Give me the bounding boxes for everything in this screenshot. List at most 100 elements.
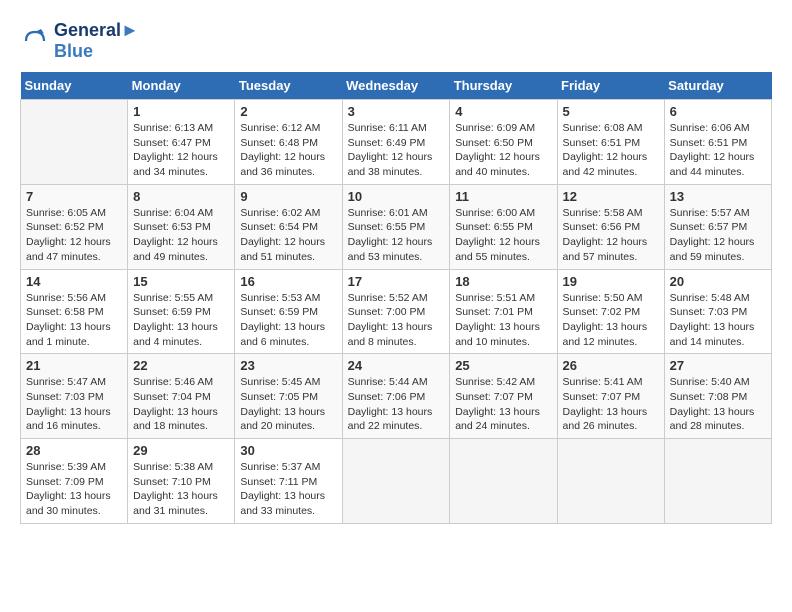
- day-detail: Sunrise: 5:41 AMSunset: 7:07 PMDaylight:…: [563, 375, 659, 434]
- day-number: 17: [348, 274, 445, 289]
- day-number: 1: [133, 104, 229, 119]
- day-detail: Sunrise: 6:06 AMSunset: 6:51 PMDaylight:…: [670, 121, 766, 180]
- day-number: 16: [240, 274, 336, 289]
- calendar-cell: 2 Sunrise: 6:12 AMSunset: 6:48 PMDaylight…: [235, 100, 342, 185]
- day-number: 5: [563, 104, 659, 119]
- calendar-cell: 7Sunrise: 6:05 AMSunset: 6:52 PMDaylight…: [21, 184, 128, 269]
- day-number: 24: [348, 358, 445, 373]
- day-number: 8: [133, 189, 229, 204]
- day-detail: Sunrise: 5:48 AMSunset: 7:03 PMDaylight:…: [670, 291, 766, 350]
- col-tuesday: Tuesday: [235, 72, 342, 100]
- day-detail: Sunrise: 5:47 AMSunset: 7:03 PMDaylight:…: [26, 375, 122, 434]
- day-detail: Sunrise: 5:58 AMSunset: 6:56 PMDaylight:…: [563, 206, 659, 265]
- day-number: 15: [133, 274, 229, 289]
- calendar-cell: 17 Sunrise: 5:52 AMSunset: 7:00 PMDayligh…: [342, 269, 450, 354]
- calendar-cell: [557, 439, 664, 524]
- day-number: 3: [348, 104, 445, 119]
- day-number: 30: [240, 443, 336, 458]
- day-detail: Sunrise: 6:01 AMSunset: 6:55 PMDaylight:…: [348, 206, 445, 265]
- calendar-cell: 30 Sunrise: 5:37 AMSunset: 7:11 PMDayligh…: [235, 439, 342, 524]
- day-detail: Sunrise: 5:46 AMSunset: 7:04 PMDaylight:…: [133, 375, 229, 434]
- calendar-cell: 19Sunrise: 5:50 AMSunset: 7:02 PMDayligh…: [557, 269, 664, 354]
- day-detail: Sunrise: 5:38 AMSunset: 7:10 PMDaylight:…: [133, 460, 229, 519]
- day-detail: Sunrise: 6:11 AMSunset: 6:49 PMDaylight:…: [348, 121, 445, 180]
- day-number: 22: [133, 358, 229, 373]
- calendar-cell: [21, 100, 128, 185]
- calendar-cell: 15Sunrise: 5:55 AMSunset: 6:59 PMDayligh…: [128, 269, 235, 354]
- day-number: 27: [670, 358, 766, 373]
- day-number: 11: [455, 189, 551, 204]
- day-number: 28: [26, 443, 122, 458]
- day-detail: Sunrise: 6:12 AMSunset: 6:48 PMDaylight:…: [240, 121, 336, 180]
- logo-text: General► Blue: [54, 20, 139, 62]
- logo-icon: [20, 26, 50, 56]
- calendar-cell: 18 Sunrise: 5:51 AMSunset: 7:01 PMDayligh…: [450, 269, 557, 354]
- day-detail: Sunrise: 5:44 AMSunset: 7:06 PMDaylight:…: [348, 375, 445, 434]
- day-detail: Sunrise: 5:57 AMSunset: 6:57 PMDaylight:…: [670, 206, 766, 265]
- calendar-cell: 13 Sunrise: 5:57 AMSunset: 6:57 PMDayligh…: [664, 184, 771, 269]
- day-detail: Sunrise: 6:02 AMSunset: 6:54 PMDaylight:…: [240, 206, 336, 265]
- calendar-week-row: 28 Sunrise: 5:39 AMSunset: 7:09 PMDayligh…: [21, 439, 772, 524]
- calendar-cell: 8 Sunrise: 6:04 AMSunset: 6:53 PMDaylight…: [128, 184, 235, 269]
- logo: General► Blue: [20, 20, 139, 62]
- day-number: 12: [563, 189, 659, 204]
- calendar-cell: 24 Sunrise: 5:44 AMSunset: 7:06 PMDayligh…: [342, 354, 450, 439]
- calendar-cell: 12 Sunrise: 5:58 AMSunset: 6:56 PMDayligh…: [557, 184, 664, 269]
- day-detail: Sunrise: 6:04 AMSunset: 6:53 PMDaylight:…: [133, 206, 229, 265]
- calendar-cell: 21 Sunrise: 5:47 AMSunset: 7:03 PMDayligh…: [21, 354, 128, 439]
- day-number: 23: [240, 358, 336, 373]
- page-header: General► Blue: [20, 20, 772, 62]
- day-detail: Sunrise: 5:39 AMSunset: 7:09 PMDaylight:…: [26, 460, 122, 519]
- calendar-header-row: Sunday Monday Tuesday Wednesday Thursday…: [21, 72, 772, 100]
- calendar-cell: 14 Sunrise: 5:56 AMSunset: 6:58 PMDayligh…: [21, 269, 128, 354]
- calendar-cell: 1 Sunrise: 6:13 AMSunset: 6:47 PMDaylight…: [128, 100, 235, 185]
- day-number: 25: [455, 358, 551, 373]
- day-number: 4: [455, 104, 551, 119]
- calendar-cell: 6 Sunrise: 6:06 AMSunset: 6:51 PMDaylight…: [664, 100, 771, 185]
- day-detail: Sunrise: 5:56 AMSunset: 6:58 PMDaylight:…: [26, 291, 122, 350]
- calendar-cell: 9 Sunrise: 6:02 AMSunset: 6:54 PMDaylight…: [235, 184, 342, 269]
- day-number: 10: [348, 189, 445, 204]
- calendar-cell: [342, 439, 450, 524]
- calendar-cell: 29 Sunrise: 5:38 AMSunset: 7:10 PMDayligh…: [128, 439, 235, 524]
- day-detail: Sunrise: 5:53 AMSunset: 6:59 PMDaylight:…: [240, 291, 336, 350]
- day-number: 6: [670, 104, 766, 119]
- day-detail: Sunrise: 5:51 AMSunset: 7:01 PMDaylight:…: [455, 291, 551, 350]
- day-number: 2: [240, 104, 336, 119]
- calendar-cell: 26 Sunrise: 5:41 AMSunset: 7:07 PMDayligh…: [557, 354, 664, 439]
- calendar-cell: 20 Sunrise: 5:48 AMSunset: 7:03 PMDayligh…: [664, 269, 771, 354]
- calendar-week-row: 7Sunrise: 6:05 AMSunset: 6:52 PMDaylight…: [21, 184, 772, 269]
- calendar-cell: 23 Sunrise: 5:45 AMSunset: 7:05 PMDayligh…: [235, 354, 342, 439]
- day-number: 13: [670, 189, 766, 204]
- day-number: 9: [240, 189, 336, 204]
- calendar-cell: 5Sunrise: 6:08 AMSunset: 6:51 PMDaylight…: [557, 100, 664, 185]
- day-detail: Sunrise: 6:13 AMSunset: 6:47 PMDaylight:…: [133, 121, 229, 180]
- col-saturday: Saturday: [664, 72, 771, 100]
- calendar-cell: [450, 439, 557, 524]
- col-monday: Monday: [128, 72, 235, 100]
- calendar-cell: 4Sunrise: 6:09 AMSunset: 6:50 PMDaylight…: [450, 100, 557, 185]
- calendar-cell: 16 Sunrise: 5:53 AMSunset: 6:59 PMDayligh…: [235, 269, 342, 354]
- day-detail: Sunrise: 5:37 AMSunset: 7:11 PMDaylight:…: [240, 460, 336, 519]
- calendar-table: Sunday Monday Tuesday Wednesday Thursday…: [20, 72, 772, 524]
- day-number: 14: [26, 274, 122, 289]
- day-detail: Sunrise: 6:05 AMSunset: 6:52 PMDaylight:…: [26, 206, 122, 265]
- day-number: 21: [26, 358, 122, 373]
- day-number: 29: [133, 443, 229, 458]
- calendar-cell: [664, 439, 771, 524]
- calendar-week-row: 21 Sunrise: 5:47 AMSunset: 7:03 PMDayligh…: [21, 354, 772, 439]
- day-detail: Sunrise: 5:52 AMSunset: 7:00 PMDaylight:…: [348, 291, 445, 350]
- day-number: 18: [455, 274, 551, 289]
- calendar-cell: 22 Sunrise: 5:46 AMSunset: 7:04 PMDayligh…: [128, 354, 235, 439]
- col-friday: Friday: [557, 72, 664, 100]
- day-number: 20: [670, 274, 766, 289]
- calendar-cell: 28 Sunrise: 5:39 AMSunset: 7:09 PMDayligh…: [21, 439, 128, 524]
- day-detail: Sunrise: 5:42 AMSunset: 7:07 PMDaylight:…: [455, 375, 551, 434]
- calendar-week-row: 14 Sunrise: 5:56 AMSunset: 6:58 PMDayligh…: [21, 269, 772, 354]
- day-detail: Sunrise: 5:50 AMSunset: 7:02 PMDaylight:…: [563, 291, 659, 350]
- day-number: 26: [563, 358, 659, 373]
- day-detail: Sunrise: 6:00 AMSunset: 6:55 PMDaylight:…: [455, 206, 551, 265]
- calendar-cell: 25 Sunrise: 5:42 AMSunset: 7:07 PMDayligh…: [450, 354, 557, 439]
- day-detail: Sunrise: 5:45 AMSunset: 7:05 PMDaylight:…: [240, 375, 336, 434]
- col-sunday: Sunday: [21, 72, 128, 100]
